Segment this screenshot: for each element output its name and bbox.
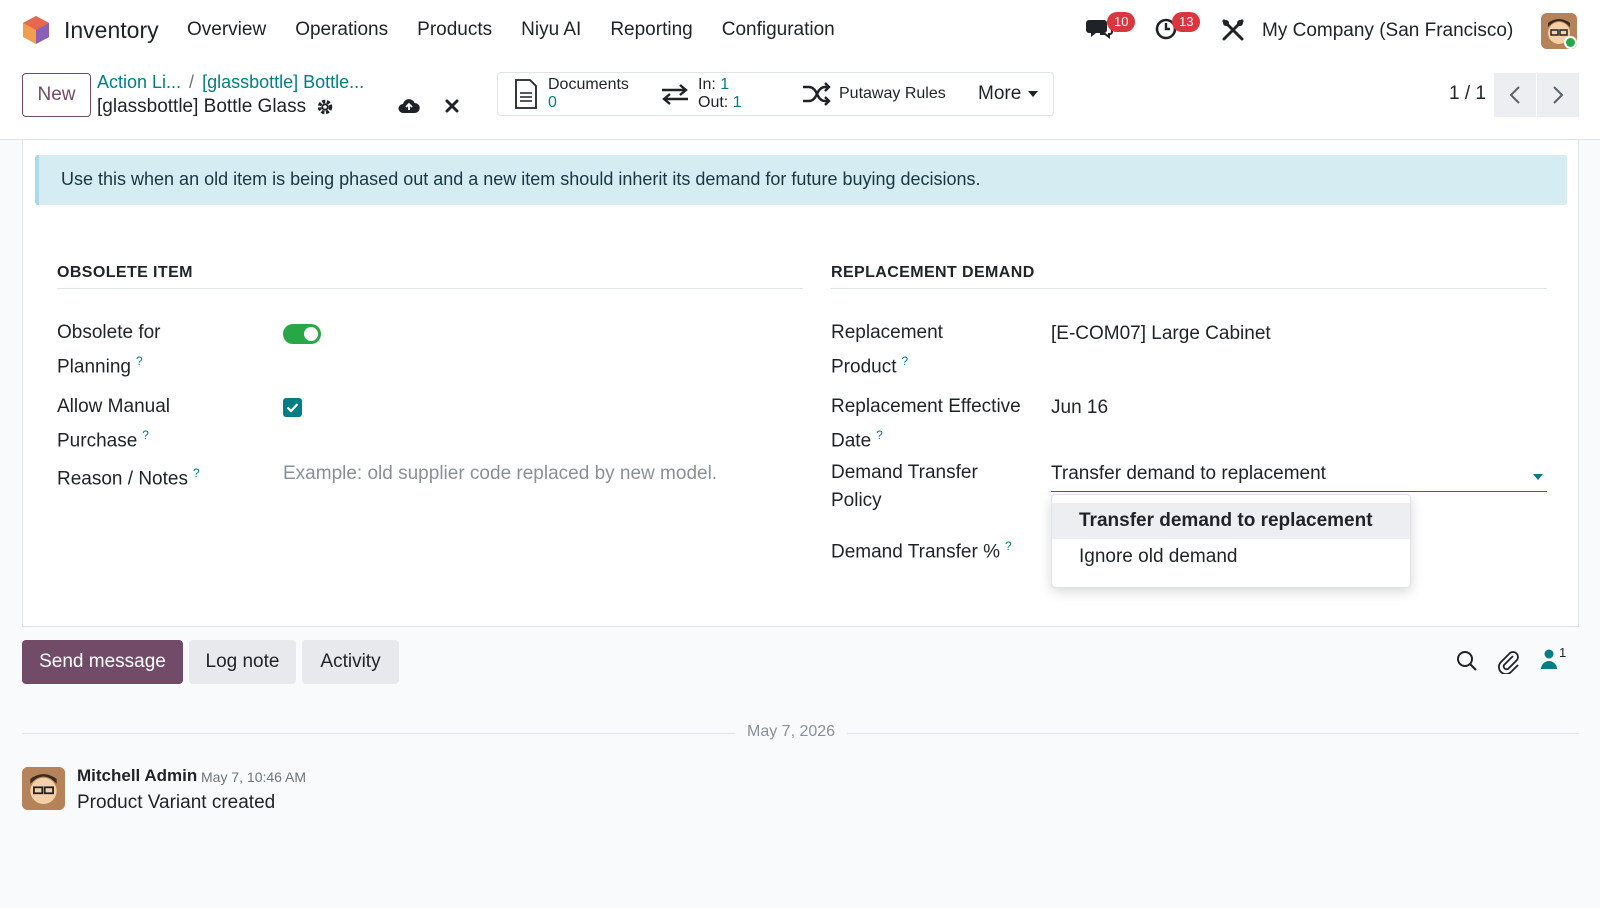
close-icon[interactable]: [445, 99, 459, 113]
demand-transfer-policy-label: Demand Transfer Policy: [831, 462, 978, 511]
control-panel: New Action Li... / [glassbottle] Bottle...…: [0, 62, 1600, 140]
messaging-menu[interactable]: 10: [1086, 12, 1136, 48]
record-title-row: [glassbottle] Bottle Glass: [97, 96, 334, 118]
main-navbar: Inventory Overview Operations Products N…: [0, 0, 1600, 62]
allow-manual-purchase-checkbox[interactable]: [283, 398, 302, 417]
info-alert: Use this when an old item is being phase…: [35, 155, 1567, 205]
company-switcher[interactable]: My Company (San Francisco): [1262, 20, 1513, 42]
nav-item-products[interactable]: Products: [417, 19, 492, 41]
policy-selected-value: Transfer demand to replacement: [1051, 463, 1326, 484]
help-tooltip-icon[interactable]: ?: [142, 428, 149, 442]
putaway-rules-smart-button[interactable]: Putaway Rules: [791, 72, 963, 116]
replacement-demand-group-title: REPLACEMENT DEMAND: [831, 264, 1035, 281]
replacement-effective-date-field[interactable]: Jun 16: [1051, 397, 1108, 419]
message-timestamp: May 7, 10:46 AM: [201, 769, 307, 785]
nav-item-reporting[interactable]: Reporting: [610, 19, 692, 41]
breadcrumb-action-list[interactable]: Action Li...: [97, 72, 181, 92]
pager-value[interactable]: 1 / 1: [1449, 83, 1486, 105]
message-body: Product Variant created: [77, 792, 276, 813]
followers-count: 1: [1559, 645, 1567, 660]
reason-notes-input[interactable]: Example: old supplier code replaced by n…: [283, 463, 717, 485]
obsolete-item-group-title: OBSOLETE ITEM: [57, 264, 193, 281]
putaway-label: Putaway Rules: [839, 85, 946, 102]
message-author[interactable]: Mitchell Admin: [77, 766, 197, 786]
nav-item-configuration[interactable]: Configuration: [722, 19, 835, 41]
more-dropdown-button[interactable]: More: [962, 72, 1054, 116]
policy-option-transfer[interactable]: Transfer demand to replacement: [1052, 503, 1410, 539]
app-name[interactable]: Inventory: [64, 17, 159, 44]
allow-manual-purchase-label: Allow Manual Purchase?: [57, 396, 170, 452]
out-label: Out:: [698, 94, 729, 111]
moves-smart-button[interactable]: In: 1 Out: 1: [650, 72, 792, 116]
nav-item-overview[interactable]: Overview: [187, 19, 266, 41]
help-tooltip-icon[interactable]: ?: [876, 428, 883, 442]
group-divider: [57, 288, 803, 289]
document-icon: [515, 79, 537, 109]
log-note-button[interactable]: Log note: [189, 640, 296, 684]
help-tooltip-icon[interactable]: ?: [901, 354, 908, 368]
replacement-effective-date-label: Replacement Effective Date?: [831, 396, 1021, 452]
documents-count: 0: [548, 94, 557, 111]
activity-menu[interactable]: 13: [1154, 12, 1201, 48]
paperclip-icon[interactable]: [1498, 650, 1520, 674]
new-button[interactable]: New: [22, 73, 91, 117]
caret-down-icon: [1533, 474, 1543, 480]
transfer-arrows-icon: [662, 84, 688, 105]
nav-item-niyu-ai[interactable]: Niyu AI: [521, 19, 581, 41]
demand-transfer-percent-label: Demand Transfer %?: [831, 539, 1012, 563]
obsolete-for-planning-toggle[interactable]: [283, 324, 321, 344]
documents-label: Documents: [548, 76, 629, 93]
user-icon: [1541, 649, 1557, 669]
replacement-product-field[interactable]: [E-COM07] Large Cabinet: [1051, 323, 1271, 345]
user-face-icon: [22, 767, 65, 810]
send-message-button[interactable]: Send message: [22, 640, 183, 684]
gear-icon[interactable]: [316, 98, 334, 116]
out-count: 1: [732, 94, 742, 111]
obsolete-for-planning-label: Obsolete for Planning?: [57, 322, 161, 378]
help-tooltip-icon[interactable]: ?: [136, 354, 143, 368]
replacement-product-label: Replacement Product?: [831, 322, 943, 378]
online-status-dot: [1564, 36, 1577, 49]
breadcrumb: Action Li... / [glassbottle] Bottle...: [97, 72, 364, 93]
pager-next-button[interactable]: [1537, 73, 1579, 117]
nav-item-operations[interactable]: Operations: [295, 19, 388, 41]
help-tooltip-icon[interactable]: ?: [1005, 539, 1012, 553]
message-author-avatar[interactable]: [22, 767, 65, 810]
reason-notes-label: Reason / Notes?: [57, 466, 200, 490]
checkmark-icon: [286, 403, 299, 413]
inventory-app-icon[interactable]: [22, 15, 50, 45]
documents-smart-button[interactable]: Documents 0: [497, 72, 651, 116]
policy-option-ignore[interactable]: Ignore old demand: [1052, 539, 1410, 575]
demand-transfer-policy-select[interactable]: Transfer demand to replacement: [1051, 460, 1547, 492]
breadcrumb-product[interactable]: [glassbottle] Bottle...: [202, 72, 364, 92]
activities-badge: 13: [1172, 12, 1201, 32]
cloud-upload-icon[interactable]: [398, 97, 420, 115]
caret-down-icon: [1028, 91, 1039, 97]
help-tooltip-icon[interactable]: ?: [193, 466, 200, 480]
group-divider: [831, 288, 1547, 289]
date-separator: May 7, 2026: [735, 723, 848, 741]
in-count: 1: [720, 76, 730, 93]
in-label: In:: [698, 76, 716, 93]
more-label: More: [978, 83, 1022, 104]
policy-dropdown-menu: Transfer demand to replacement Ignore ol…: [1051, 494, 1411, 588]
nav-menu: Overview Operations Products Niyu AI Rep…: [187, 19, 864, 41]
shuffle-icon: [803, 82, 831, 106]
chevron-right-icon: [1553, 86, 1564, 104]
breadcrumb-separator: /: [189, 72, 195, 92]
form-sheet: Use this when an old item is being phase…: [22, 140, 1579, 627]
activity-button[interactable]: Activity: [302, 640, 399, 684]
followers-button[interactable]: 1: [1540, 645, 1566, 676]
search-icon[interactable]: [1456, 650, 1478, 672]
messages-badge: 10: [1107, 12, 1136, 32]
chevron-left-icon: [1509, 86, 1520, 104]
record-title: [glassbottle] Bottle Glass: [97, 96, 307, 117]
pager-previous-button[interactable]: [1494, 73, 1536, 117]
tools-icon[interactable]: [1221, 18, 1245, 42]
